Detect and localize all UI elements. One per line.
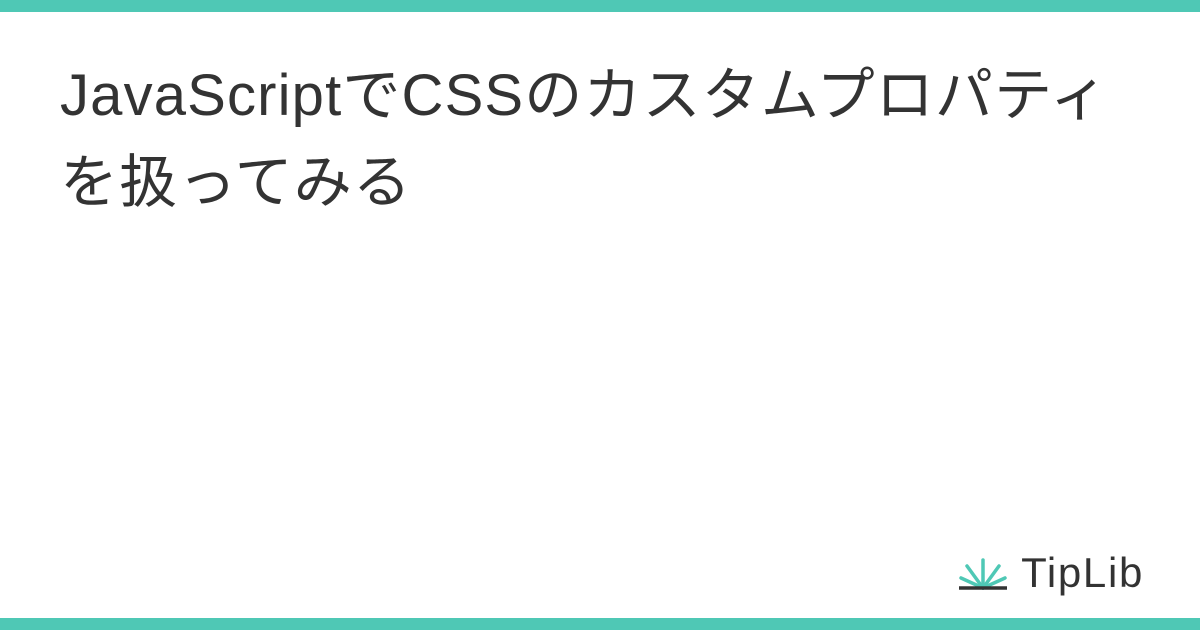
brand-name: TipLib [1021,552,1144,594]
sunburst-icon [959,554,1007,592]
content-area: JavaScriptでCSSのカスタムプロパティを扱ってみる TipLib [0,12,1200,618]
bottom-accent-bar [0,618,1200,630]
top-accent-bar [0,0,1200,12]
brand-logo: TipLib [959,552,1144,594]
page-title: JavaScriptでCSSのカスタムプロパティを扱ってみる [60,52,1140,226]
